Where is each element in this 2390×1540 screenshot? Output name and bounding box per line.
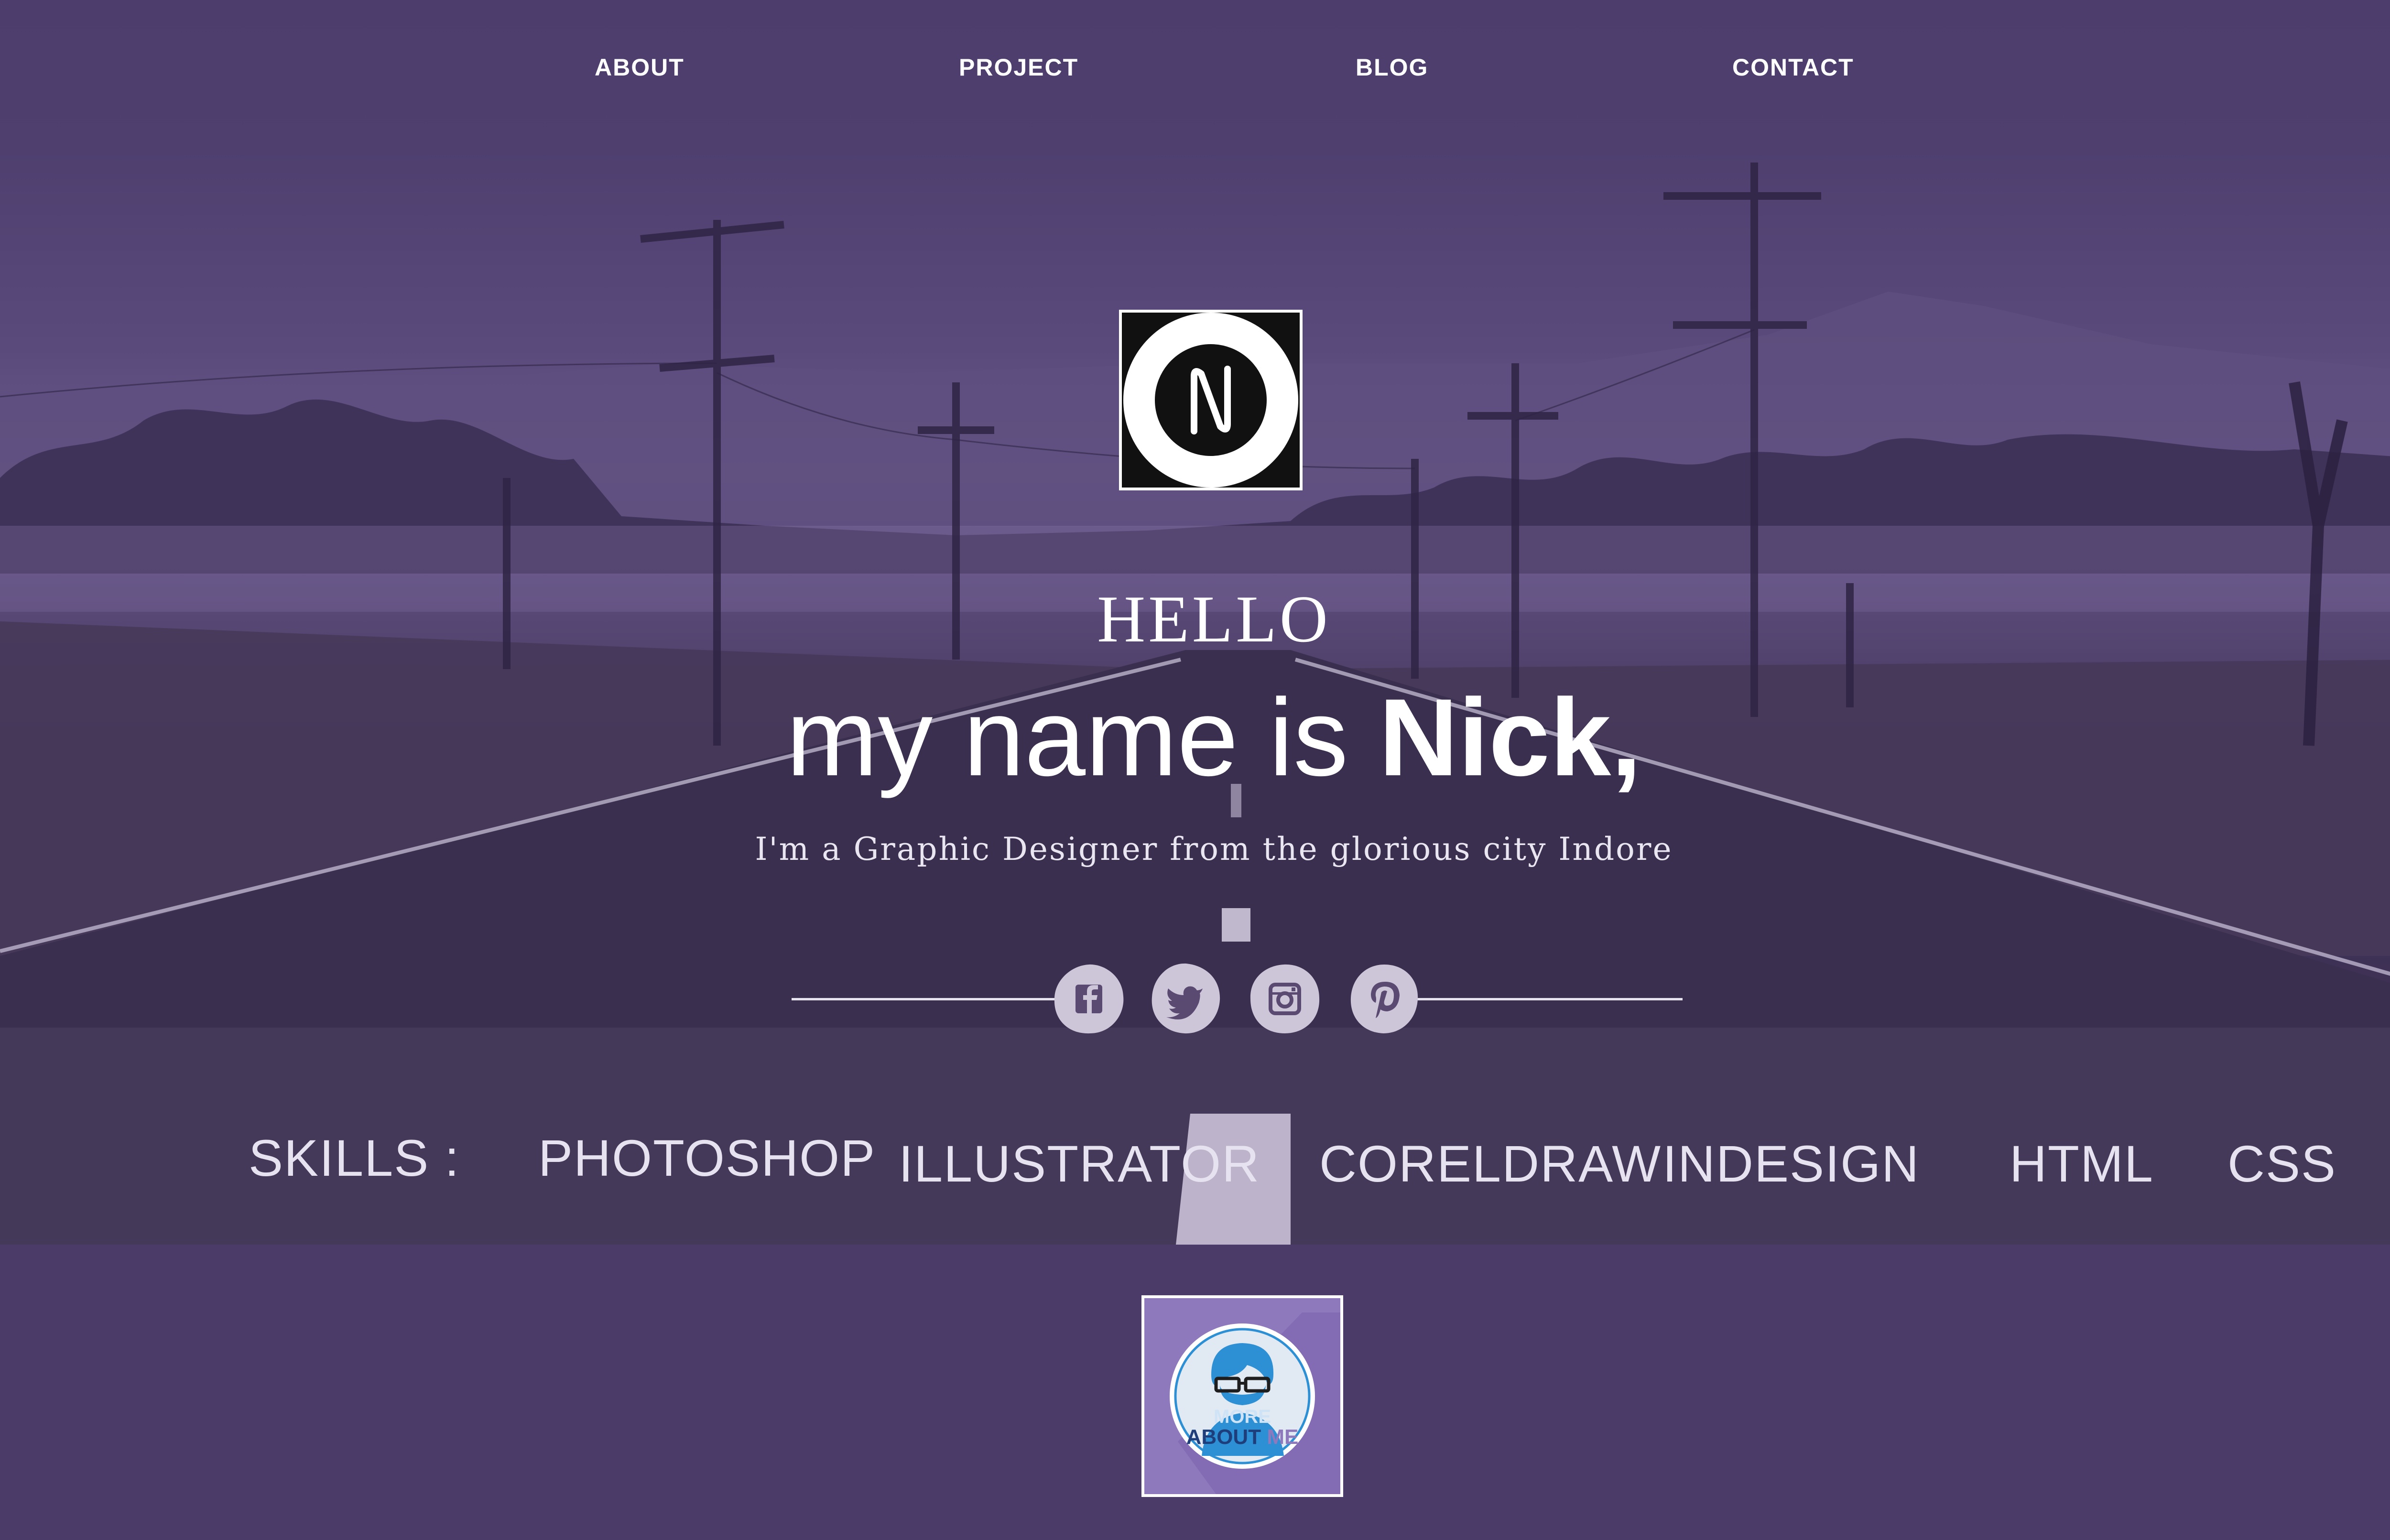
skills-label: SKILLS : (249, 1129, 460, 1187)
me-label: ME (1267, 1425, 1299, 1449)
nav-about[interactable]: ABOUT (595, 54, 684, 81)
instagram-link[interactable] (1248, 962, 1322, 1036)
more-label: MORE (1214, 1406, 1271, 1427)
skill-coreldraw: CORELDRAW (1319, 1135, 1662, 1193)
pinterest-link[interactable] (1347, 962, 1422, 1036)
skill-css: CSS (2227, 1135, 2337, 1193)
twitter-link[interactable] (1148, 962, 1223, 1036)
facebook-icon (1054, 964, 1124, 1034)
nav-contact[interactable]: CONTACT (1732, 54, 1854, 81)
site-logo[interactable] (1119, 310, 1303, 490)
instagram-icon (1250, 964, 1320, 1033)
avatar-icon (1170, 1312, 1340, 1494)
divider-right (1415, 998, 1683, 1000)
main-nav: ABOUT PROJECT BLOG CONTACT (0, 54, 2390, 87)
headline-prefix: my name is (786, 676, 1379, 799)
nav-project[interactable]: PROJECT (959, 54, 1078, 81)
skill-indesign: INDESIGN (1662, 1135, 1920, 1193)
greeting: HELLO (1097, 582, 1331, 656)
twitter-icon (1152, 963, 1220, 1034)
skill-photoshop: PHOTOSHOP (538, 1129, 876, 1187)
nav-blog[interactable]: BLOG (1356, 54, 1428, 81)
skill-illustrator: ILLUSTRATOR (899, 1135, 1260, 1193)
headline: my name is Nick, (0, 674, 2390, 801)
skill-html: HTML (2010, 1135, 2154, 1193)
about-me-label: ABOUT ME (1144, 1425, 1340, 1449)
about-label: ABOUT (1186, 1425, 1261, 1449)
divider-left (792, 998, 1059, 1000)
tagline: I'm a Graphic Designer from the glorious… (755, 831, 1673, 868)
facebook-link[interactable] (1052, 962, 1126, 1036)
more-about-me-button[interactable]: MORE ABOUT ME (1141, 1295, 1343, 1497)
logo-n-icon (1123, 313, 1298, 488)
hero-section: ABOUT PROJECT BLOG CONTACT HELLO my name… (0, 0, 2390, 1245)
pinterest-icon (1350, 965, 1418, 1033)
headline-name: Nick, (1379, 676, 1642, 799)
